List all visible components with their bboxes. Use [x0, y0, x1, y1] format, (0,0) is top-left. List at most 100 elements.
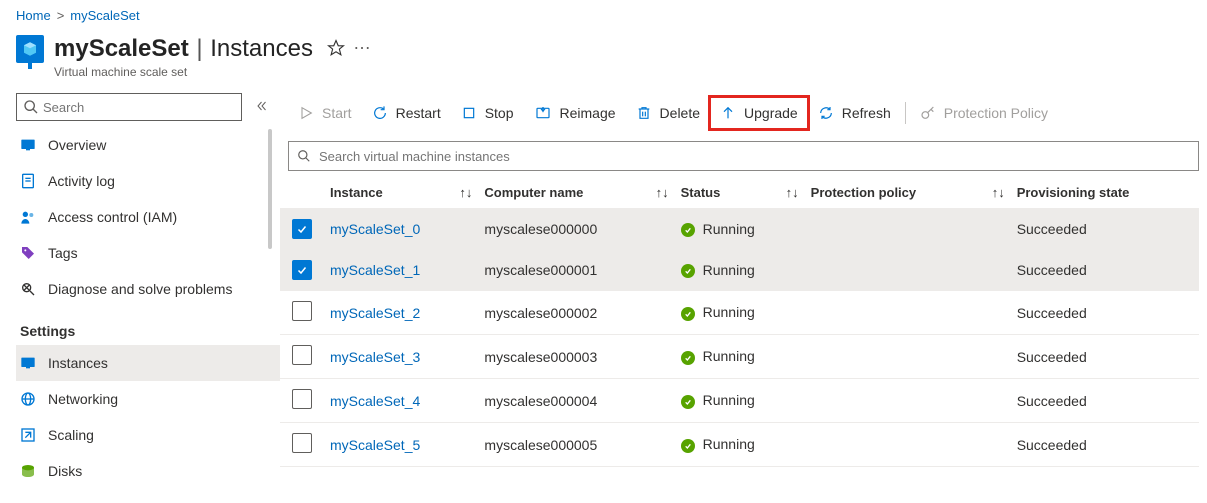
sidebar-item-tags[interactable]: Tags — [16, 235, 280, 271]
start-button[interactable]: Start — [288, 97, 362, 129]
sidebar-item-label: Access control (IAM) — [48, 209, 177, 225]
running-status-icon — [681, 264, 695, 278]
row-checkbox[interactable] — [292, 433, 312, 453]
sidebar-item-label: Tags — [48, 245, 78, 261]
row-checkbox-cell[interactable] — [280, 291, 324, 335]
row-checkbox[interactable] — [292, 301, 312, 321]
cell-provisioning-state: Succeeded — [1011, 335, 1199, 379]
breadcrumb-resource[interactable]: myScaleSet — [70, 8, 139, 23]
blade-title: Instances — [210, 35, 313, 62]
sidebar-item-instances[interactable]: Instances — [16, 345, 280, 381]
instance-link[interactable]: myScaleSet_1 — [330, 262, 420, 278]
sidebar-item-overview[interactable]: Overview — [16, 127, 280, 163]
sidebar-item-disks[interactable]: Disks — [16, 453, 280, 489]
breadcrumb-home[interactable]: Home — [16, 8, 51, 23]
more-actions-icon[interactable]: … — [353, 33, 373, 54]
refresh-button[interactable]: Refresh — [808, 97, 901, 129]
instance-filter[interactable] — [288, 141, 1199, 171]
sidebar-item-diagnose[interactable]: Diagnose and solve problems — [16, 271, 280, 307]
cell-computer-name: myscalese000005 — [478, 423, 674, 467]
cell-instance: myScaleSet_5 — [324, 423, 478, 467]
col-provisioning-state[interactable]: Provisioning state — [1011, 177, 1199, 209]
instance-link[interactable]: myScaleSet_5 — [330, 437, 420, 453]
sidebar-item-scaling[interactable]: Scaling — [16, 417, 280, 453]
collapse-sidebar-icon[interactable] — [256, 100, 268, 115]
restart-icon — [372, 105, 388, 121]
command-bar: Start Restart Stop Reimage Delete Upgrad… — [280, 93, 1199, 133]
reimage-button[interactable]: Reimage — [524, 97, 626, 129]
row-checkbox[interactable] — [292, 345, 312, 365]
col-protection-policy[interactable]: Protection policy↑↓ — [805, 177, 1011, 209]
protection-policy-button[interactable]: Protection Policy — [910, 97, 1058, 129]
instance-link[interactable]: myScaleSet_4 — [330, 393, 420, 409]
upgrade-button[interactable]: Upgrade — [710, 97, 808, 129]
cell-status: Running — [675, 335, 805, 379]
sidebar-search-input[interactable] — [43, 100, 235, 115]
cell-protection-policy — [805, 291, 1011, 335]
diagnose-icon — [20, 281, 36, 297]
cell-instance: myScaleSet_2 — [324, 291, 478, 335]
sidebar-item-label: Instances — [48, 355, 108, 371]
select-all-header[interactable] — [280, 177, 324, 209]
table-row[interactable]: myScaleSet_3 myscalese000003 Running Suc… — [280, 335, 1199, 379]
cell-instance: myScaleSet_4 — [324, 379, 478, 423]
sidebar-search[interactable] — [16, 93, 242, 121]
col-status[interactable]: Status↑↓ — [675, 177, 805, 209]
scrollbar-hint — [268, 129, 272, 249]
cell-status: Running — [675, 291, 805, 335]
running-status-icon — [681, 395, 695, 409]
overview-icon — [20, 137, 36, 153]
table-row[interactable]: myScaleSet_0 myscalese000000 Running Suc… — [280, 209, 1199, 250]
row-checkbox-cell[interactable] — [280, 335, 324, 379]
sidebar-item-label: Overview — [48, 137, 106, 153]
table-row[interactable]: myScaleSet_2 myscalese000002 Running Suc… — [280, 291, 1199, 335]
sidebar-section-settings: Settings — [16, 307, 280, 345]
row-checkbox[interactable] — [292, 219, 312, 239]
delete-button[interactable]: Delete — [626, 97, 710, 129]
row-checkbox-cell[interactable] — [280, 250, 324, 291]
cell-computer-name: myscalese000004 — [478, 379, 674, 423]
table-row[interactable]: myScaleSet_1 myscalese000001 Running Suc… — [280, 250, 1199, 291]
sidebar-item-activity-log[interactable]: Activity log — [16, 163, 280, 199]
cell-instance: myScaleSet_3 — [324, 335, 478, 379]
page-title: myScaleSet | Instances — [54, 35, 313, 63]
instance-link[interactable]: myScaleSet_2 — [330, 305, 420, 321]
sidebar-item-access-control[interactable]: Access control (IAM) — [16, 199, 280, 235]
sort-icon: ↑↓ — [459, 185, 472, 200]
cell-computer-name: myscalese000001 — [478, 250, 674, 291]
running-status-icon — [681, 351, 695, 365]
row-checkbox[interactable] — [292, 389, 312, 409]
restart-button[interactable]: Restart — [362, 97, 451, 129]
cell-provisioning-state: Succeeded — [1011, 250, 1199, 291]
breadcrumb: Home > myScaleSet — [0, 0, 1207, 31]
instance-filter-input[interactable] — [319, 149, 1190, 164]
sidebar-item-label: Scaling — [48, 427, 94, 443]
col-instance[interactable]: Instance↑↓ — [324, 177, 478, 209]
cell-provisioning-state: Succeeded — [1011, 423, 1199, 467]
favorite-star-icon[interactable] — [327, 39, 345, 60]
title-separator: | — [196, 35, 202, 62]
running-status-icon — [681, 223, 695, 237]
sidebar-item-label: Activity log — [48, 173, 115, 189]
instance-link[interactable]: myScaleSet_3 — [330, 349, 420, 365]
cell-protection-policy — [805, 423, 1011, 467]
upgrade-icon — [720, 105, 736, 121]
instance-link[interactable]: myScaleSet_0 — [330, 221, 420, 237]
row-checkbox[interactable] — [292, 260, 312, 280]
row-checkbox-cell[interactable] — [280, 209, 324, 250]
row-checkbox-cell[interactable] — [280, 379, 324, 423]
sidebar-item-networking[interactable]: Networking — [16, 381, 280, 417]
row-checkbox-cell[interactable] — [280, 423, 324, 467]
tags-icon — [20, 245, 36, 261]
table-row[interactable]: myScaleSet_5 myscalese000005 Running Suc… — [280, 423, 1199, 467]
cell-instance: myScaleSet_0 — [324, 209, 478, 250]
toolbar-separator — [905, 102, 906, 124]
instances-table: Instance↑↓ Computer name↑↓ Status↑↓ Prot… — [280, 177, 1199, 467]
stop-button[interactable]: Stop — [451, 97, 524, 129]
col-computer-name[interactable]: Computer name↑↓ — [478, 177, 674, 209]
cell-provisioning-state: Succeeded — [1011, 209, 1199, 250]
cell-provisioning-state: Succeeded — [1011, 291, 1199, 335]
table-row[interactable]: myScaleSet_4 myscalese000004 Running Suc… — [280, 379, 1199, 423]
cell-status: Running — [675, 209, 805, 250]
sidebar-item-label: Disks — [48, 463, 82, 479]
